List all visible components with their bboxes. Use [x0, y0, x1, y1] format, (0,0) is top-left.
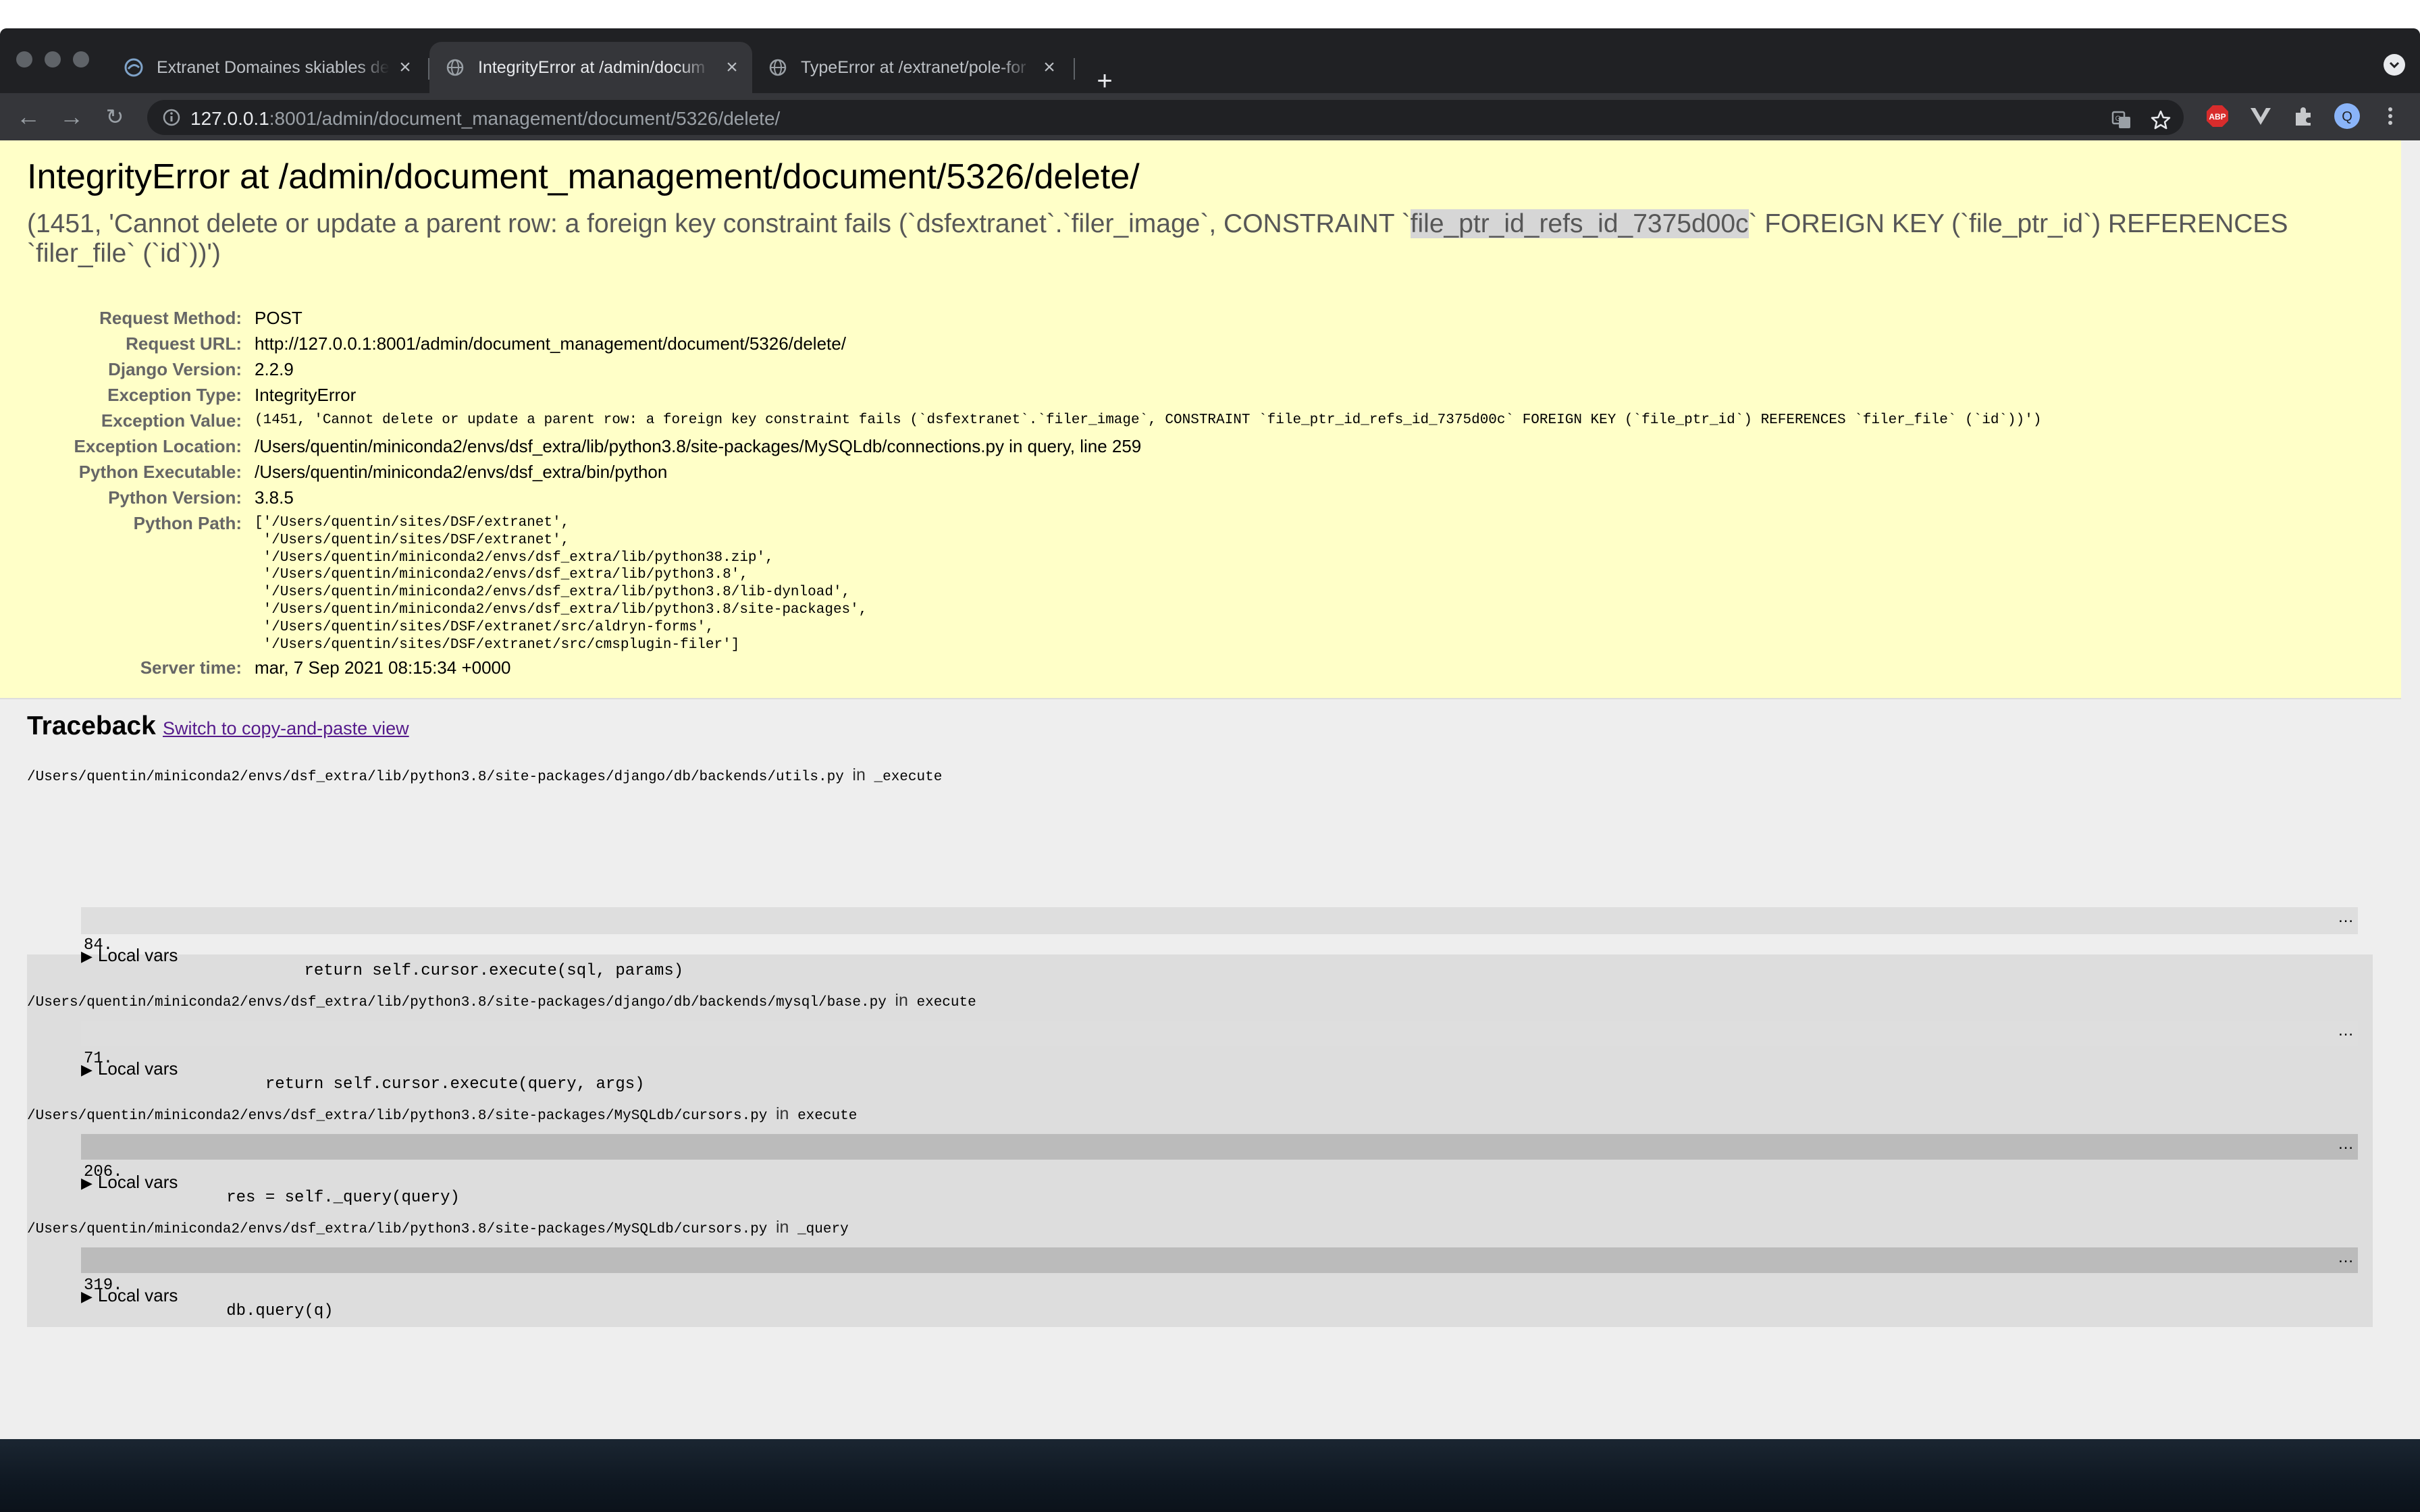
address-bar[interactable]: 127.0.0.1:8001/admin/document_management…	[147, 100, 2184, 135]
meta-value: 3.8.5	[255, 487, 294, 508]
page-content: IntegrityError at /admin/document_manage…	[0, 140, 2420, 1439]
url-text[interactable]: 127.0.0.1:8001/admin/document_management…	[190, 108, 780, 130]
meta-label: Request Method:	[99, 308, 242, 328]
tab-typeerror[interactable]: TypeError at /extranet/pole-for ×	[752, 42, 1070, 93]
meta-label: Exception Location:	[74, 436, 242, 456]
bookmark-star-icon[interactable]	[2147, 107, 2174, 134]
url-host: 127.0.0.1	[190, 108, 269, 129]
frame-in-word: in	[852, 765, 866, 784]
meta-label: Exception Value:	[101, 410, 242, 431]
tab-close-icon[interactable]: ×	[721, 57, 743, 78]
meta-label: Python Path:	[133, 513, 242, 533]
frame-path: /Users/quentin/miniconda2/envs/dsf_extra…	[27, 765, 942, 785]
error-summary: IntegrityError at /admin/document_manage…	[0, 140, 2401, 699]
tab-extranet[interactable]: Extranet Domaines skiables de ×	[108, 42, 425, 93]
meta-value: http://127.0.0.1:8001/admin/document_man…	[255, 333, 846, 354]
tab-search-chevron-icon[interactable]	[2384, 54, 2405, 76]
globe-icon	[768, 58, 787, 77]
profile-avatar[interactable]: Q	[2334, 103, 2361, 130]
meta-label: Request URL:	[126, 333, 242, 354]
extranet-favicon-icon	[124, 58, 143, 77]
browser-window: Extranet Domaines skiables de × Integrit…	[0, 28, 2420, 1439]
meta-label: Server time:	[140, 657, 242, 678]
tab-integrityerror[interactable]: IntegrityError at /admin/docum ×	[429, 42, 752, 93]
python-path-value: ['/Users/quentin/sites/DSF/extranet', '/…	[255, 515, 868, 653]
frame-function: _execute	[874, 770, 943, 785]
meta-value: 2.2.9	[255, 359, 294, 379]
url-path: :8001/admin/document_management/document…	[269, 108, 781, 129]
tab-title: Extranet Domaines skiables de	[157, 57, 390, 77]
adblock-plus-icon[interactable]: ABP	[2204, 103, 2231, 130]
reload-icon[interactable]: ↻	[100, 103, 130, 132]
window-zoom-button[interactable]	[73, 51, 89, 68]
error-message: (1451, 'Cannot delete or update a parent…	[27, 209, 2350, 269]
error-message-part: (1451, 'Cannot delete or update a parent…	[27, 209, 1411, 238]
meta-label: Python Version:	[108, 487, 242, 508]
error-title: IntegrityError at /admin/document_manage…	[27, 157, 1140, 196]
meta-value: mar, 7 Sep 2021 08:15:34 +0000	[255, 657, 511, 678]
frame-context-line[interactable]	[81, 909, 2358, 934]
tab-strip: Extranet Domaines skiables de × Integrit…	[0, 28, 2420, 94]
translate-icon[interactable]: G	[2108, 107, 2135, 134]
forward-arrow-icon[interactable]: →	[57, 103, 86, 132]
window-close-button[interactable]	[16, 51, 32, 68]
extensions-puzzle-icon[interactable]	[2290, 103, 2317, 130]
globe-icon	[446, 58, 465, 77]
meta-label: Django Version:	[108, 359, 242, 379]
traceback-heading: Traceback	[27, 711, 156, 740]
tab-separator	[1074, 58, 1075, 80]
tab-close-icon[interactable]: ×	[394, 57, 416, 78]
tab-title: TypeError at /extranet/pole-for	[801, 57, 1026, 77]
tab-close-icon[interactable]: ×	[1038, 57, 1060, 78]
site-info-icon[interactable]	[162, 108, 181, 127]
error-message-highlight: file_ptr_id_refs_id_7375d00c	[1410, 209, 1749, 238]
svg-text:ABP: ABP	[2209, 112, 2226, 122]
meta-value: /Users/quentin/miniconda2/envs/dsf_extra…	[255, 436, 1142, 456]
svg-text:Q: Q	[2342, 109, 2352, 124]
meta-value: IntegrityError	[255, 385, 357, 405]
svg-text:G: G	[2115, 115, 2122, 123]
meta-label: Python Executable:	[78, 462, 242, 482]
meta-value: /Users/quentin/miniconda2/envs/dsf_extra…	[255, 462, 668, 482]
kebab-menu-icon[interactable]	[2377, 103, 2404, 130]
meta-label: Exception Type:	[107, 385, 242, 405]
tab-title: IntegrityError at /admin/docum	[478, 57, 706, 77]
desktop-wallpaper	[0, 1438, 2420, 1512]
back-arrow-icon[interactable]: ←	[14, 103, 43, 132]
browser-toolbar: ← → ↻ 127.0.0.1:8001/admin/document_mana…	[0, 93, 2420, 140]
switch-copy-paste-link[interactable]: Switch to copy-and-paste view	[163, 718, 409, 739]
vue-devtools-icon[interactable]	[2247, 103, 2274, 130]
window-minimize-button[interactable]	[45, 51, 61, 68]
meta-value: (1451, 'Cannot delete or update a parent…	[255, 412, 2042, 428]
frame-file: /Users/quentin/miniconda2/envs/dsf_extra…	[27, 770, 844, 785]
meta-value: POST	[255, 308, 302, 328]
